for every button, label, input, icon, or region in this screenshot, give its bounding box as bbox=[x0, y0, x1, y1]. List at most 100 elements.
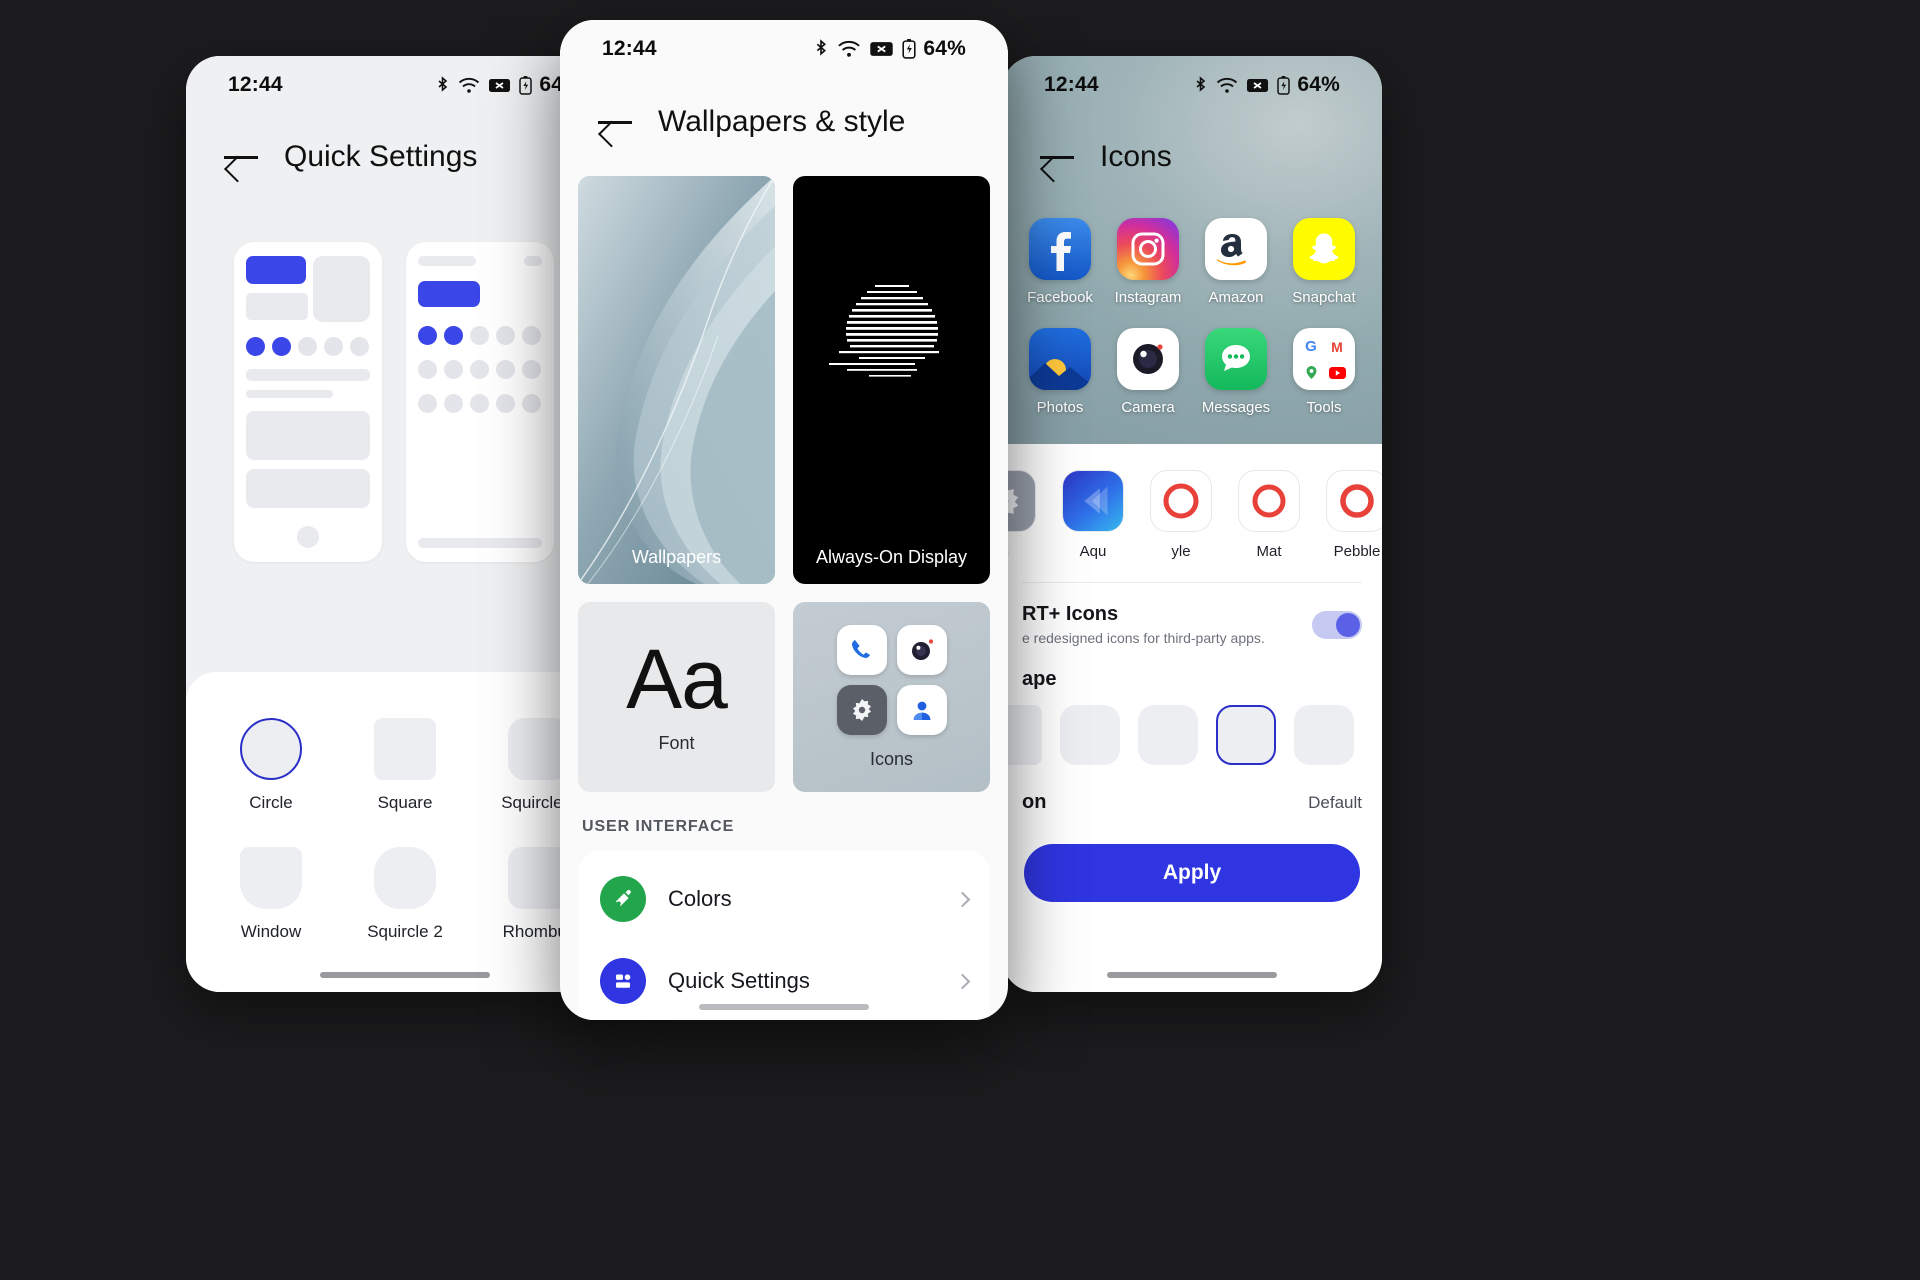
battery-icon bbox=[1277, 75, 1291, 95]
status-time: 12:44 bbox=[1044, 73, 1099, 96]
tile-label: Icons bbox=[869, 748, 914, 769]
back-arrow-icon[interactable] bbox=[224, 144, 258, 170]
pack-option-style[interactable]: yle bbox=[1146, 470, 1216, 560]
shape-option-window[interactable]: Window bbox=[204, 847, 338, 942]
camera-icon bbox=[1117, 328, 1179, 390]
right-shape-row[interactable] bbox=[1002, 691, 1382, 765]
shape-option-squircle2[interactable]: Squircle 2 bbox=[338, 847, 472, 942]
app-amazon[interactable]: Amazon bbox=[1192, 218, 1280, 306]
tile-label: Font bbox=[658, 733, 695, 754]
camera-icon bbox=[896, 624, 947, 675]
preview-dot bbox=[444, 394, 463, 413]
preview-block bbox=[418, 256, 476, 266]
bluetooth-icon bbox=[1196, 75, 1206, 92]
instagram-icon bbox=[1117, 218, 1179, 280]
photos-icon bbox=[1029, 328, 1091, 390]
icon-pack-row[interactable]: c Aqu yle M bbox=[1002, 470, 1382, 560]
gmail-icon: M bbox=[1331, 338, 1343, 355]
tile-wallpapers[interactable]: Wallpapers bbox=[578, 176, 775, 584]
tile-font[interactable]: Aa Font bbox=[578, 602, 775, 792]
right-shape-3-selected[interactable] bbox=[1216, 705, 1276, 765]
pack-label: Pebble bbox=[1333, 543, 1381, 560]
wallpaper-art bbox=[578, 176, 775, 584]
tile-label: Wallpapers bbox=[631, 547, 722, 567]
list-item-colors[interactable]: Colors bbox=[578, 858, 990, 940]
app-facebook[interactable]: Facebook bbox=[1016, 218, 1104, 306]
app-photos[interactable]: Photos bbox=[1016, 328, 1104, 416]
status-bar: 12:44 64% bbox=[1002, 56, 1382, 114]
pack-option-pebble[interactable]: Pebble bbox=[1322, 470, 1382, 560]
user-interface-list: Colors Quick Settings Fingerprint animat… bbox=[578, 850, 990, 1020]
preview-dot bbox=[496, 360, 515, 379]
preview-dot bbox=[470, 360, 489, 379]
pack-style-swatch bbox=[1150, 470, 1212, 532]
app-instagram[interactable]: Instagram bbox=[1104, 218, 1192, 306]
center-phone-wallpapers-style: 12:44 64% Wallpapers & style Wallpapers … bbox=[560, 20, 1008, 1020]
pack-option-aqua[interactable]: Aqu bbox=[1058, 470, 1128, 560]
back-arrow-icon[interactable] bbox=[1040, 144, 1074, 170]
right-shape-4[interactable] bbox=[1294, 705, 1354, 765]
tile-label: Always-On Display bbox=[815, 547, 968, 567]
home-indicator[interactable] bbox=[1107, 972, 1277, 978]
app-messages[interactable]: Messages bbox=[1192, 328, 1280, 416]
contacts-icon bbox=[896, 684, 947, 735]
art-icons-switch[interactable] bbox=[1312, 610, 1362, 639]
right-shape-0[interactable] bbox=[1002, 705, 1042, 765]
preview-pill bbox=[246, 256, 307, 284]
preview-dot bbox=[444, 360, 463, 379]
shape-grid: Circle Square Squircle 1 Window Squircle… bbox=[186, 718, 624, 942]
pack-label: Aqu bbox=[1079, 543, 1107, 560]
signal-off-icon bbox=[489, 78, 511, 92]
youtube-icon bbox=[1326, 362, 1348, 383]
app-label: Facebook bbox=[1027, 289, 1093, 306]
chevron-right-icon bbox=[954, 973, 971, 989]
home-indicator[interactable] bbox=[320, 972, 490, 978]
app-tools-folder[interactable]: G M Tools bbox=[1280, 328, 1368, 416]
shape-option-square[interactable]: Square bbox=[338, 718, 472, 813]
preview-block bbox=[524, 256, 542, 266]
status-bar: 12:44 64% bbox=[186, 56, 624, 114]
preview-block bbox=[246, 293, 308, 321]
shape-option-circle[interactable]: Circle bbox=[204, 718, 338, 813]
qs-preview-card-1[interactable] bbox=[234, 242, 382, 562]
right-shape-1[interactable] bbox=[1060, 705, 1120, 765]
apply-button[interactable]: Apply bbox=[1024, 844, 1360, 902]
back-arrow-icon[interactable] bbox=[598, 109, 632, 135]
app-label: Camera bbox=[1121, 399, 1175, 416]
qs-preview-card-2[interactable] bbox=[406, 242, 554, 562]
maps-icon bbox=[1300, 362, 1322, 383]
shape-swatch-square bbox=[374, 718, 436, 780]
preview-dot bbox=[350, 337, 369, 357]
signal-off-icon bbox=[1247, 78, 1269, 92]
tile-always-on-display[interactable]: Always-On Display bbox=[793, 176, 990, 584]
snapchat-icon bbox=[1293, 218, 1355, 280]
art-icons-toggle-row[interactable]: RT+ Icons e redesigned icons for third-p… bbox=[1002, 583, 1382, 646]
tile-icons[interactable]: Icons bbox=[793, 602, 990, 792]
home-indicator[interactable] bbox=[699, 1004, 869, 1010]
google-icon: G bbox=[1305, 338, 1317, 355]
pack-material-swatch bbox=[1238, 470, 1300, 532]
page-title: Quick Settings bbox=[284, 140, 478, 173]
icon-shape-sheet: Circle Square Squircle 1 Window Squircle… bbox=[186, 672, 624, 992]
status-icons: 64% bbox=[814, 37, 966, 61]
battery-percent: 64% bbox=[923, 37, 966, 60]
right-shape-2[interactable] bbox=[1138, 705, 1198, 765]
status-bar: 12:44 64% bbox=[560, 20, 1008, 78]
app-snapchat[interactable]: Snapchat bbox=[1280, 218, 1368, 306]
icon-pack-sheet: c Aqu yle M bbox=[1002, 444, 1382, 992]
status-time: 12:44 bbox=[228, 73, 283, 96]
preview-dot bbox=[470, 394, 489, 413]
status-time: 12:44 bbox=[602, 37, 657, 60]
preview-dot bbox=[418, 326, 437, 345]
preview-dot bbox=[444, 326, 463, 345]
settings-gear-icon bbox=[836, 684, 887, 735]
preview-dot bbox=[418, 394, 437, 413]
preview-block bbox=[418, 538, 542, 548]
preview-dot bbox=[496, 394, 515, 413]
wifi-icon bbox=[1217, 77, 1238, 93]
app-camera[interactable]: Camera bbox=[1104, 328, 1192, 416]
animation-value: Default bbox=[1308, 792, 1362, 812]
aod-sun-art bbox=[828, 285, 939, 377]
animation-row[interactable]: on Default bbox=[1002, 765, 1382, 814]
pack-option-material[interactable]: Mat bbox=[1234, 470, 1304, 560]
